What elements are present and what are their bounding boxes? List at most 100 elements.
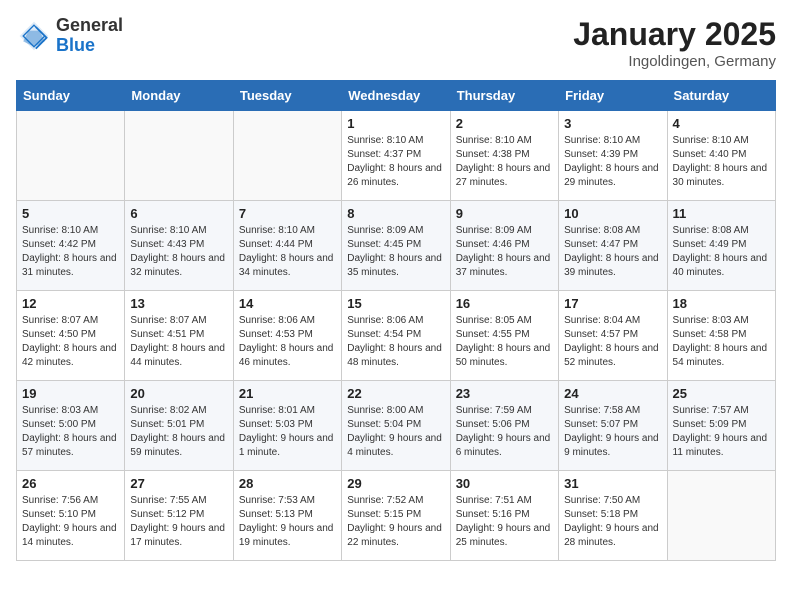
day-info: Sunrise: 8:06 AM Sunset: 4:53 PM Dayligh…	[239, 314, 336, 370]
weekday-header: Thursday	[450, 81, 558, 111]
day-number: 25	[673, 386, 770, 401]
day-number: 20	[130, 386, 227, 401]
calendar-cell: 28 Sunrise: 7:53 AM Sunset: 5:13 PM Dayli…	[233, 471, 341, 561]
day-info: Sunrise: 7:53 AM Sunset: 5:13 PM Dayligh…	[239, 494, 336, 550]
day-info: Sunrise: 8:03 AM Sunset: 5:00 PM Dayligh…	[22, 404, 119, 460]
calendar-week-row: 26 Sunrise: 7:56 AM Sunset: 5:10 PM Dayli…	[17, 471, 776, 561]
day-number: 28	[239, 476, 336, 491]
calendar-cell: 4 Sunrise: 8:10 AM Sunset: 4:40 PM Daylig…	[667, 111, 775, 201]
calendar-body: 1 Sunrise: 8:10 AM Sunset: 4:37 PM Daylig…	[17, 111, 776, 561]
day-number: 10	[564, 206, 661, 221]
day-number: 1	[347, 116, 444, 131]
day-number: 11	[673, 206, 770, 221]
day-info: Sunrise: 8:07 AM Sunset: 4:51 PM Dayligh…	[130, 314, 227, 370]
day-number: 2	[456, 116, 553, 131]
logo: General Blue	[16, 16, 123, 56]
day-info: Sunrise: 7:52 AM Sunset: 5:15 PM Dayligh…	[347, 494, 444, 550]
calendar-cell: 9 Sunrise: 8:09 AM Sunset: 4:46 PM Daylig…	[450, 201, 558, 291]
calendar-cell: 16 Sunrise: 8:05 AM Sunset: 4:55 PM Dayli…	[450, 291, 558, 381]
weekday-header: Wednesday	[342, 81, 450, 111]
calendar-subtitle: Ingoldingen, Germany	[573, 53, 776, 70]
day-number: 18	[673, 296, 770, 311]
day-info: Sunrise: 8:09 AM Sunset: 4:46 PM Dayligh…	[456, 224, 553, 280]
day-number: 21	[239, 386, 336, 401]
logo-icon	[16, 18, 52, 54]
day-info: Sunrise: 7:58 AM Sunset: 5:07 PM Dayligh…	[564, 404, 661, 460]
day-info: Sunrise: 8:02 AM Sunset: 5:01 PM Dayligh…	[130, 404, 227, 460]
day-number: 6	[130, 206, 227, 221]
day-info: Sunrise: 8:05 AM Sunset: 4:55 PM Dayligh…	[456, 314, 553, 370]
title-block: January 2025 Ingoldingen, Germany	[573, 16, 776, 70]
calendar-cell: 25 Sunrise: 7:57 AM Sunset: 5:09 PM Dayli…	[667, 381, 775, 471]
day-info: Sunrise: 8:08 AM Sunset: 4:49 PM Dayligh…	[673, 224, 770, 280]
calendar-cell: 19 Sunrise: 8:03 AM Sunset: 5:00 PM Dayli…	[17, 381, 125, 471]
day-number: 19	[22, 386, 119, 401]
day-number: 5	[22, 206, 119, 221]
day-number: 3	[564, 116, 661, 131]
calendar-cell: 20 Sunrise: 8:02 AM Sunset: 5:01 PM Dayli…	[125, 381, 233, 471]
calendar-table: SundayMondayTuesdayWednesdayThursdayFrid…	[16, 80, 776, 561]
day-number: 31	[564, 476, 661, 491]
day-number: 4	[673, 116, 770, 131]
day-info: Sunrise: 7:56 AM Sunset: 5:10 PM Dayligh…	[22, 494, 119, 550]
calendar-title: January 2025	[573, 16, 776, 53]
calendar-header-row: SundayMondayTuesdayWednesdayThursdayFrid…	[17, 81, 776, 111]
calendar-cell: 8Sunrise: 8:09 AM Sunset: 4:45 PM Daylig…	[342, 201, 450, 291]
day-info: Sunrise: 8:06 AM Sunset: 4:54 PM Dayligh…	[347, 314, 444, 370]
weekday-header: Monday	[125, 81, 233, 111]
calendar-week-row: 5 Sunrise: 8:10 AM Sunset: 4:42 PM Daylig…	[17, 201, 776, 291]
calendar-cell: 10 Sunrise: 8:08 AM Sunset: 4:47 PM Dayli…	[559, 201, 667, 291]
calendar-cell: 31 Sunrise: 7:50 AM Sunset: 5:18 PM Dayli…	[559, 471, 667, 561]
calendar-cell: 1 Sunrise: 8:10 AM Sunset: 4:37 PM Daylig…	[342, 111, 450, 201]
day-info: Sunrise: 8:10 AM Sunset: 4:37 PM Dayligh…	[347, 134, 444, 190]
day-info: Sunrise: 7:55 AM Sunset: 5:12 PM Dayligh…	[130, 494, 227, 550]
day-number: 23	[456, 386, 553, 401]
day-info: Sunrise: 8:01 AM Sunset: 5:03 PM Dayligh…	[239, 404, 336, 460]
weekday-header: Tuesday	[233, 81, 341, 111]
calendar-week-row: 19 Sunrise: 8:03 AM Sunset: 5:00 PM Dayli…	[17, 381, 776, 471]
page-header: General Blue January 2025 Ingoldingen, G…	[16, 16, 776, 70]
calendar-cell: 24Sunrise: 7:58 AM Sunset: 5:07 PM Dayli…	[559, 381, 667, 471]
calendar-cell: 23 Sunrise: 7:59 AM Sunset: 5:06 PM Dayli…	[450, 381, 558, 471]
day-number: 29	[347, 476, 444, 491]
day-info: Sunrise: 8:10 AM Sunset: 4:42 PM Dayligh…	[22, 224, 119, 280]
day-info: Sunrise: 8:00 AM Sunset: 5:04 PM Dayligh…	[347, 404, 444, 460]
calendar-cell: 15 Sunrise: 8:06 AM Sunset: 4:54 PM Dayli…	[342, 291, 450, 381]
calendar-cell: 29 Sunrise: 7:52 AM Sunset: 5:15 PM Dayli…	[342, 471, 450, 561]
logo-general-text: General	[56, 16, 123, 36]
calendar-cell	[233, 111, 341, 201]
day-info: Sunrise: 8:03 AM Sunset: 4:58 PM Dayligh…	[673, 314, 770, 370]
calendar-cell: 26 Sunrise: 7:56 AM Sunset: 5:10 PM Dayli…	[17, 471, 125, 561]
day-info: Sunrise: 7:50 AM Sunset: 5:18 PM Dayligh…	[564, 494, 661, 550]
day-number: 22	[347, 386, 444, 401]
day-number: 8	[347, 206, 444, 221]
day-info: Sunrise: 7:59 AM Sunset: 5:06 PM Dayligh…	[456, 404, 553, 460]
calendar-cell: 22 Sunrise: 8:00 AM Sunset: 5:04 PM Dayli…	[342, 381, 450, 471]
weekday-header: Friday	[559, 81, 667, 111]
day-number: 16	[456, 296, 553, 311]
calendar-cell: 7Sunrise: 8:10 AM Sunset: 4:44 PM Daylig…	[233, 201, 341, 291]
calendar-cell: 30 Sunrise: 7:51 AM Sunset: 5:16 PM Dayli…	[450, 471, 558, 561]
weekday-header: Saturday	[667, 81, 775, 111]
calendar-cell: 6Sunrise: 8:10 AM Sunset: 4:43 PM Daylig…	[125, 201, 233, 291]
day-info: Sunrise: 7:57 AM Sunset: 5:09 PM Dayligh…	[673, 404, 770, 460]
day-number: 17	[564, 296, 661, 311]
calendar-cell	[667, 471, 775, 561]
calendar-cell: 17 Sunrise: 8:04 AM Sunset: 4:57 PM Dayli…	[559, 291, 667, 381]
day-info: Sunrise: 8:10 AM Sunset: 4:39 PM Dayligh…	[564, 134, 661, 190]
day-number: 15	[347, 296, 444, 311]
calendar-cell: 3 Sunrise: 8:10 AM Sunset: 4:39 PM Daylig…	[559, 111, 667, 201]
day-info: Sunrise: 8:04 AM Sunset: 4:57 PM Dayligh…	[564, 314, 661, 370]
day-number: 9	[456, 206, 553, 221]
calendar-cell: 18 Sunrise: 8:03 AM Sunset: 4:58 PM Dayli…	[667, 291, 775, 381]
calendar-cell: 13Sunrise: 8:07 AM Sunset: 4:51 PM Dayli…	[125, 291, 233, 381]
calendar-cell: 5 Sunrise: 8:10 AM Sunset: 4:42 PM Daylig…	[17, 201, 125, 291]
calendar-cell: 11 Sunrise: 8:08 AM Sunset: 4:49 PM Dayli…	[667, 201, 775, 291]
day-info: Sunrise: 8:10 AM Sunset: 4:38 PM Dayligh…	[456, 134, 553, 190]
day-number: 26	[22, 476, 119, 491]
day-number: 30	[456, 476, 553, 491]
day-info: Sunrise: 8:08 AM Sunset: 4:47 PM Dayligh…	[564, 224, 661, 280]
day-number: 14	[239, 296, 336, 311]
day-info: Sunrise: 7:51 AM Sunset: 5:16 PM Dayligh…	[456, 494, 553, 550]
day-info: Sunrise: 8:10 AM Sunset: 4:40 PM Dayligh…	[673, 134, 770, 190]
